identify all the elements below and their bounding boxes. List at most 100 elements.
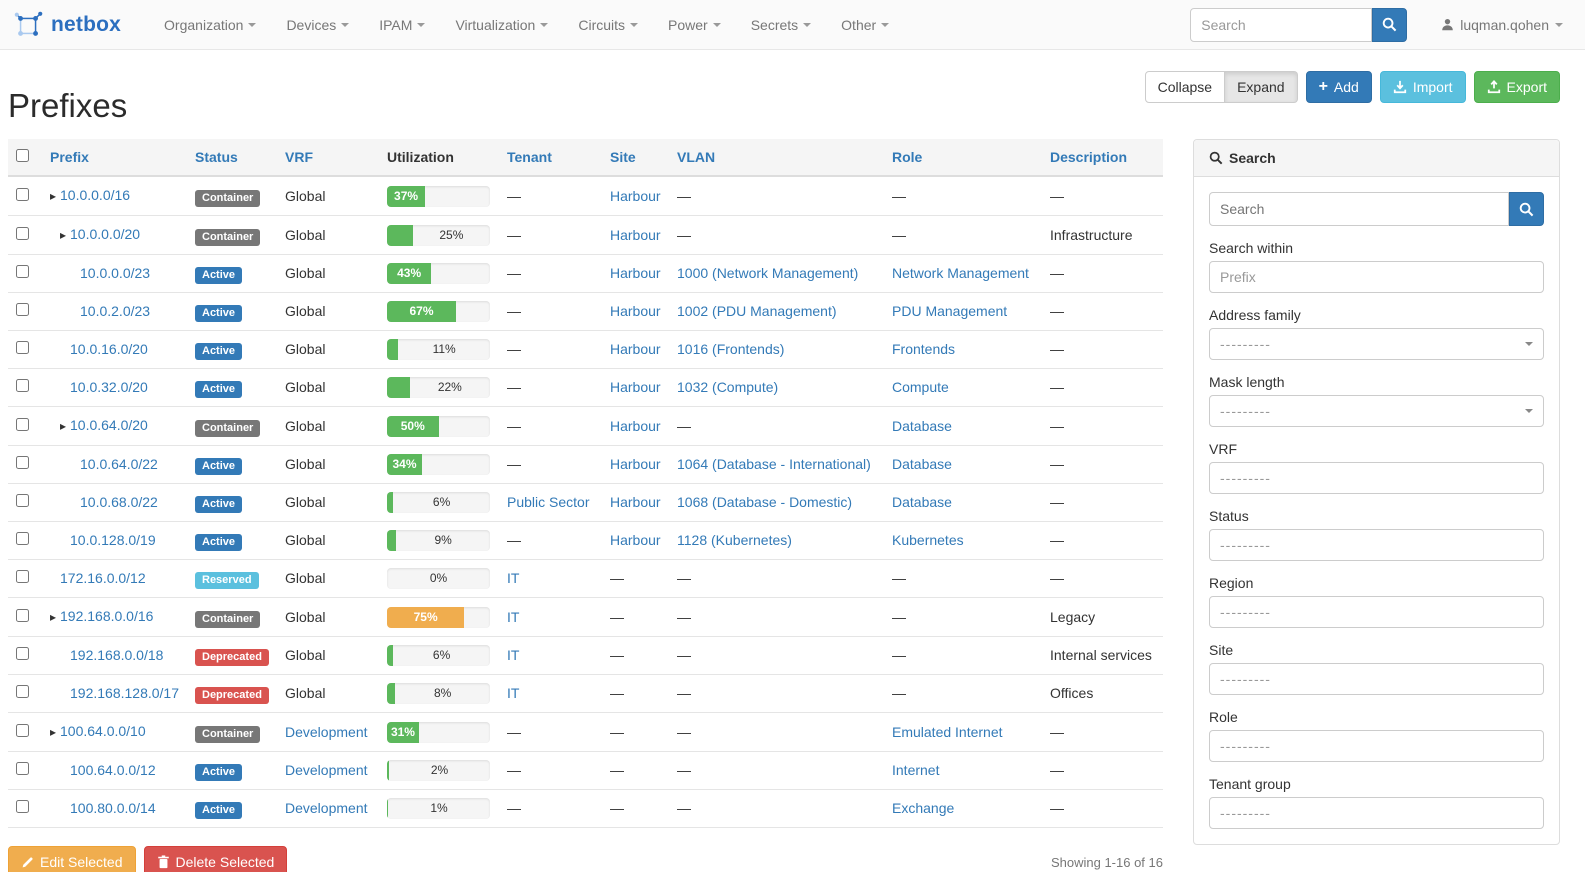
role-link[interactable]: PDU Management: [892, 303, 1007, 319]
sort-link[interactable]: Description: [1050, 149, 1127, 165]
vlan-link[interactable]: 1128 (Kubernetes): [677, 532, 792, 548]
row-checkbox[interactable]: [16, 532, 29, 545]
site-link[interactable]: Harbour: [610, 227, 661, 243]
prefix-link[interactable]: 10.0.32.0/20: [70, 379, 148, 395]
row-checkbox[interactable]: [16, 800, 29, 813]
prefix-link[interactable]: 100.64.0.0/10: [60, 723, 146, 739]
filter-search-input[interactable]: [1209, 192, 1509, 226]
region-select[interactable]: ---------: [1209, 596, 1544, 628]
nav-item-ipam[interactable]: IPAM: [364, 0, 440, 50]
address-family-select[interactable]: ---------: [1209, 328, 1544, 360]
row-checkbox[interactable]: [16, 456, 29, 469]
tenant-link[interactable]: IT: [507, 570, 519, 586]
row-checkbox[interactable]: [16, 609, 29, 622]
site-link[interactable]: Harbour: [610, 456, 661, 472]
vlan-link[interactable]: 1068 (Database - Domestic): [677, 494, 852, 510]
row-checkbox[interactable]: [16, 303, 29, 316]
tenant-link[interactable]: IT: [507, 685, 519, 701]
vrf-link[interactable]: Development: [285, 724, 368, 740]
prefix-link[interactable]: 100.80.0.0/14: [70, 800, 156, 816]
prefix-link[interactable]: 10.0.2.0/23: [80, 303, 150, 319]
sort-link[interactable]: Site: [610, 149, 636, 165]
row-checkbox[interactable]: [16, 379, 29, 392]
sort-link[interactable]: Role: [892, 149, 922, 165]
role-link[interactable]: Database: [892, 456, 952, 472]
vlan-link[interactable]: 1016 (Frontends): [677, 341, 784, 357]
nav-item-secrets[interactable]: Secrets: [736, 0, 826, 50]
nav-item-power[interactable]: Power: [653, 0, 736, 50]
nav-item-devices[interactable]: Devices: [271, 0, 364, 50]
prefix-link[interactable]: 192.168.0.0/16: [60, 608, 153, 624]
row-checkbox[interactable]: [16, 188, 29, 201]
search-within-input[interactable]: [1209, 261, 1544, 293]
row-checkbox[interactable]: [16, 647, 29, 660]
site-link[interactable]: Harbour: [610, 418, 661, 434]
add-button[interactable]: + Add: [1306, 71, 1372, 103]
site-link[interactable]: Harbour: [610, 265, 661, 281]
row-checkbox[interactable]: [16, 265, 29, 278]
navbar-search-button[interactable]: [1372, 8, 1407, 42]
row-checkbox[interactable]: [16, 494, 29, 507]
prefix-link[interactable]: 100.64.0.0/12: [70, 762, 156, 778]
nav-item-virtualization[interactable]: Virtualization: [440, 0, 563, 50]
role-select[interactable]: ---------: [1209, 730, 1544, 762]
role-link[interactable]: Exchange: [892, 800, 954, 816]
site-link[interactable]: Harbour: [610, 532, 661, 548]
user-menu[interactable]: luqman.qohen: [1441, 17, 1563, 33]
sort-link[interactable]: Prefix: [50, 149, 89, 165]
sort-link[interactable]: VLAN: [677, 149, 715, 165]
nav-item-circuits[interactable]: Circuits: [563, 0, 653, 50]
row-checkbox[interactable]: [16, 418, 29, 431]
sort-link[interactable]: VRF: [285, 149, 313, 165]
site-link[interactable]: Harbour: [610, 303, 661, 319]
role-link[interactable]: Compute: [892, 379, 949, 395]
nav-item-other[interactable]: Other: [826, 0, 904, 50]
role-link[interactable]: Database: [892, 494, 952, 510]
site-link[interactable]: Harbour: [610, 494, 661, 510]
prefix-link[interactable]: 172.16.0.0/12: [60, 570, 146, 586]
role-link[interactable]: Emulated Internet: [892, 724, 1003, 740]
collapse-button[interactable]: Collapse: [1145, 71, 1225, 103]
prefix-link[interactable]: 10.0.64.0/20: [70, 417, 148, 433]
vlan-link[interactable]: 1002 (PDU Management): [677, 303, 837, 319]
mask-length-select[interactable]: ---------: [1209, 395, 1544, 427]
nav-item-organization[interactable]: Organization: [149, 0, 271, 50]
import-button[interactable]: Import: [1380, 71, 1466, 103]
sort-link[interactable]: Status: [195, 149, 238, 165]
vrf-select[interactable]: ---------: [1209, 462, 1544, 494]
expand-button[interactable]: Expand: [1225, 71, 1297, 103]
prefix-link[interactable]: 10.0.128.0/19: [70, 532, 156, 548]
navbar-search-input[interactable]: [1190, 8, 1372, 42]
role-link[interactable]: Frontends: [892, 341, 955, 357]
filter-search-button[interactable]: [1509, 192, 1544, 226]
role-link[interactable]: Kubernetes: [892, 532, 964, 548]
role-link[interactable]: Network Management: [892, 265, 1029, 281]
prefix-link[interactable]: 192.168.128.0/17: [70, 685, 179, 701]
tenant-group-select[interactable]: ---------: [1209, 797, 1544, 829]
row-checkbox[interactable]: [16, 685, 29, 698]
site-link[interactable]: Harbour: [610, 341, 661, 357]
row-checkbox[interactable]: [16, 762, 29, 775]
site-select[interactable]: ---------: [1209, 663, 1544, 695]
prefix-link[interactable]: 10.0.0.0/16: [60, 187, 130, 203]
prefix-link[interactable]: 10.0.0.0/23: [80, 265, 150, 281]
prefix-link[interactable]: 10.0.68.0/22: [80, 494, 158, 510]
edit-selected-button[interactable]: Edit Selected: [8, 846, 136, 872]
sort-link[interactable]: Tenant: [507, 149, 552, 165]
row-checkbox[interactable]: [16, 724, 29, 737]
role-link[interactable]: Database: [892, 418, 952, 434]
row-checkbox[interactable]: [16, 227, 29, 240]
vlan-link[interactable]: 1032 (Compute): [677, 379, 778, 395]
prefix-link[interactable]: 10.0.0.0/20: [70, 226, 140, 242]
netbox-logo[interactable]: netbox: [14, 10, 121, 40]
site-link[interactable]: Harbour: [610, 188, 661, 204]
select-all-checkbox[interactable]: [16, 149, 29, 162]
role-link[interactable]: Internet: [892, 762, 939, 778]
prefix-link[interactable]: 10.0.16.0/20: [70, 341, 148, 357]
vrf-link[interactable]: Development: [285, 762, 368, 778]
site-link[interactable]: Harbour: [610, 379, 661, 395]
vlan-link[interactable]: 1000 (Network Management): [677, 265, 858, 281]
prefix-link[interactable]: 192.168.0.0/18: [70, 647, 163, 663]
tenant-link[interactable]: IT: [507, 647, 519, 663]
tenant-link[interactable]: Public Sector: [507, 494, 589, 510]
